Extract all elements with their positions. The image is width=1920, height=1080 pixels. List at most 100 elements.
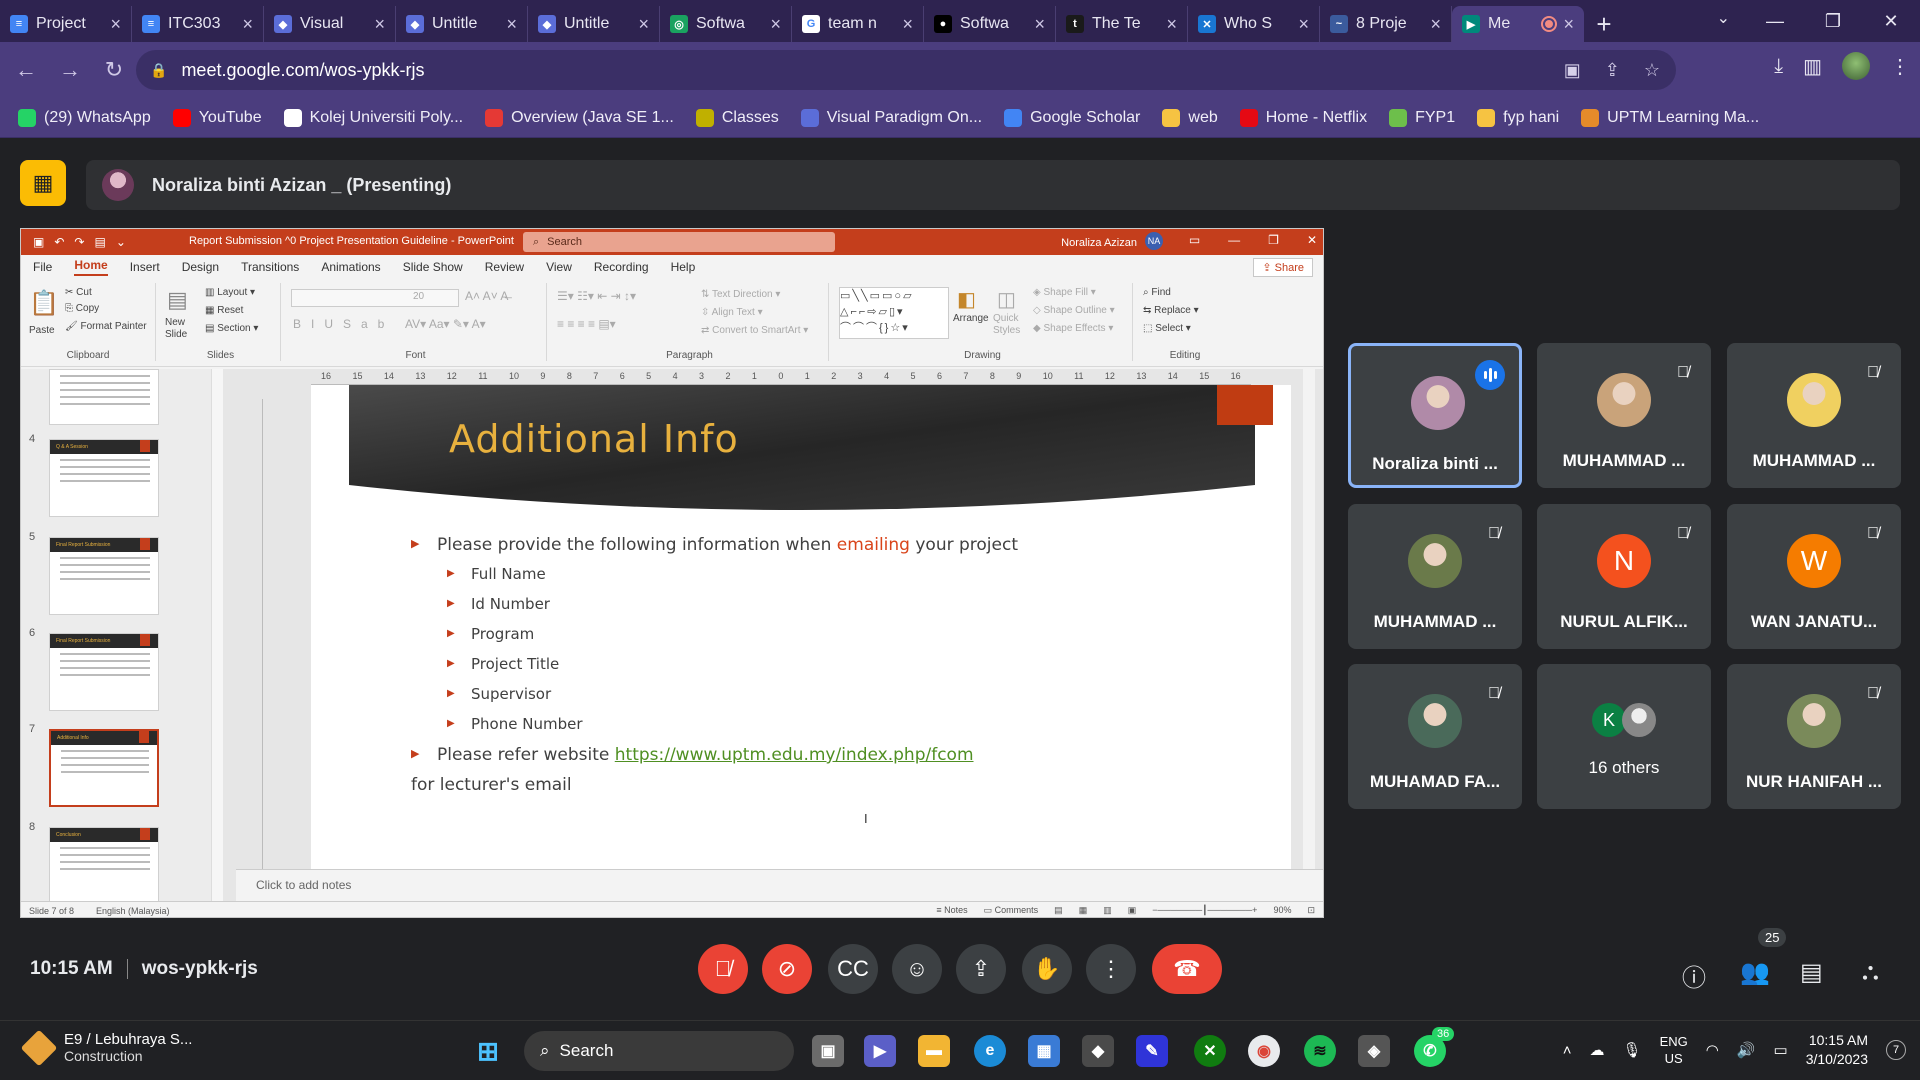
bookmark-item[interactable]: Overview (Java SE 1... bbox=[485, 108, 674, 127]
ppt-restore-icon[interactable]: ❐ bbox=[1268, 233, 1279, 247]
reading-view-icon[interactable]: ▥ bbox=[1103, 905, 1112, 916]
forward-icon[interactable]: → bbox=[52, 52, 88, 88]
shape-outline-button[interactable]: ◇ Shape Outline ▾ bbox=[1033, 305, 1115, 316]
start-icon[interactable]: ⊞ bbox=[472, 1035, 504, 1067]
taskbar-clock[interactable]: 10:15 AM 3/10/2023 bbox=[1806, 1031, 1868, 1069]
ribbon-tab-slide-show[interactable]: Slide Show bbox=[403, 260, 463, 274]
convert-smartart-button[interactable]: ⇄ Convert to SmartArt ▾ bbox=[701, 325, 808, 336]
notification-count[interactable]: 7 bbox=[1886, 1040, 1906, 1060]
ribbon-tab-animations[interactable]: Animations bbox=[321, 260, 380, 274]
align-text-button[interactable]: ⇳ Align Text ▾ bbox=[701, 307, 763, 318]
paste-icon[interactable]: 📋 bbox=[29, 289, 59, 318]
show-hidden-icons[interactable]: ˄ bbox=[1563, 1042, 1572, 1059]
replace-button[interactable]: ⇆ Replace ▾ bbox=[1143, 305, 1199, 316]
chrome-icon[interactable]: ◉ bbox=[1248, 1035, 1280, 1067]
app-icon[interactable]: ◆ bbox=[1082, 1035, 1114, 1067]
ribbon-tab-file[interactable]: File bbox=[33, 260, 52, 274]
close-window-icon[interactable]: ✕ bbox=[1862, 0, 1920, 42]
participant-tile[interactable]: 🎙̸ MUHAMAD FA... bbox=[1348, 664, 1522, 809]
tab-close-icon[interactable]: × bbox=[638, 14, 649, 35]
bookmark-item[interactable]: web bbox=[1162, 108, 1218, 127]
file-explorer-icon[interactable]: ▬ bbox=[918, 1035, 950, 1067]
language-indicator[interactable]: English (Malaysia) bbox=[96, 906, 170, 916]
address-bar[interactable]: 🔒 meet.google.com/wos-ypkk-rjs ▣ ⇪ ☆ bbox=[136, 50, 1676, 90]
menu-kebab-icon[interactable]: ⋮ bbox=[1890, 54, 1910, 79]
bookmark-item[interactable]: FYP1 bbox=[1389, 108, 1455, 127]
profile-avatar[interactable] bbox=[1842, 52, 1870, 80]
browser-tab[interactable]: ● Softwa × bbox=[924, 6, 1056, 42]
slide-thumbnail[interactable]: Final Report Submission bbox=[49, 633, 159, 711]
cut-button[interactable]: ✂ Cut bbox=[65, 287, 92, 298]
ribbon-tab-view[interactable]: View bbox=[546, 260, 572, 274]
browser-tab[interactable]: ~8 Proje × bbox=[1320, 6, 1452, 42]
weather-widget[interactable]: E9 / Lebuhraya S... Construction bbox=[20, 1029, 192, 1066]
minimize-icon[interactable]: — bbox=[1746, 0, 1804, 42]
shape-fill-button[interactable]: ◈ Shape Fill ▾ bbox=[1033, 287, 1096, 298]
copy-button[interactable]: ⎘ Copy bbox=[65, 303, 99, 314]
grow-font-icon[interactable]: A˄ A˅ A̶ bbox=[465, 289, 508, 303]
present-from-start-icon[interactable]: ▤ bbox=[94, 235, 105, 249]
arrange-button[interactable]: Arrange bbox=[953, 313, 989, 324]
raise-hand-button[interactable]: ✋ bbox=[1022, 944, 1072, 994]
shapes-gallery[interactable]: ▭╲╲▭▭○▱ △⌐⌐⇨▱▯▾ ⌒⌒⌒{}☆▾ bbox=[839, 287, 949, 339]
notes-pane[interactable]: Click to add notes bbox=[236, 869, 1323, 901]
language-switcher[interactable]: ENG US bbox=[1660, 1033, 1688, 1067]
spotify-icon[interactable]: ≋ bbox=[1304, 1035, 1336, 1067]
save-icon[interactable]: ▣ bbox=[33, 235, 44, 249]
people-icon[interactable]: 👥 bbox=[1740, 958, 1770, 987]
edge-icon[interactable]: e bbox=[974, 1035, 1006, 1067]
captions-button[interactable]: CC bbox=[828, 944, 878, 994]
browser-tab[interactable]: ◆ Visual × bbox=[264, 6, 396, 42]
quick-styles-button[interactable]: Quick Styles bbox=[993, 313, 1023, 337]
tab-close-icon[interactable]: × bbox=[902, 14, 913, 35]
notes-toggle[interactable]: ≡ Notes bbox=[936, 905, 967, 916]
ppt-close-icon[interactable]: ✕ bbox=[1307, 233, 1317, 247]
microphone-off-button[interactable]: 🎙̸ bbox=[698, 944, 748, 994]
ppt-account[interactable]: Noraliza Azizan NA bbox=[1061, 232, 1163, 250]
font-family-select[interactable] bbox=[291, 289, 459, 307]
bookmark-item[interactable]: (29) WhatsApp bbox=[18, 108, 151, 127]
tab-search-icon[interactable]: ⌄ bbox=[1717, 8, 1730, 28]
microphone-tray-icon[interactable]: 🎙 bbox=[1623, 1041, 1642, 1059]
browser-tab[interactable]: ◎ Softwa × bbox=[660, 6, 792, 42]
quick-styles-icon[interactable]: ◫ bbox=[997, 287, 1016, 312]
ribbon-tab-help[interactable]: Help bbox=[671, 260, 696, 274]
vpn-icon[interactable]: ◈ bbox=[1358, 1035, 1390, 1067]
find-button[interactable]: ⌕ Find bbox=[1143, 287, 1171, 298]
bookmark-item[interactable]: Classes bbox=[695, 108, 779, 127]
ppt-search-box[interactable]: ⌕ Search bbox=[523, 232, 835, 252]
tab-close-icon[interactable]: × bbox=[506, 14, 517, 35]
back-icon[interactable]: ← bbox=[8, 52, 44, 88]
new-slide-icon[interactable]: ▤ bbox=[167, 287, 188, 313]
tab-close-icon[interactable]: × bbox=[1430, 14, 1441, 35]
select-button[interactable]: ⬚ Select ▾ bbox=[1143, 323, 1191, 334]
tab-close-icon[interactable]: × bbox=[1034, 14, 1045, 35]
shape-effects-button[interactable]: ◆ Shape Effects ▾ bbox=[1033, 323, 1113, 334]
task-view-icon[interactable]: ▣ bbox=[812, 1035, 844, 1067]
bookmark-star-icon[interactable]: ☆ bbox=[1644, 60, 1660, 81]
zoom-slider[interactable]: −───────┃───────+ bbox=[1152, 905, 1257, 916]
arrange-icon[interactable]: ◧ bbox=[957, 287, 976, 312]
participant-tile[interactable]: N 🎙̸ NURUL ALFIK... bbox=[1537, 504, 1711, 649]
tab-close-icon[interactable]: × bbox=[374, 14, 385, 35]
bookmark-item[interactable]: fyp hani bbox=[1477, 108, 1559, 127]
bookmark-item[interactable]: YouTube bbox=[172, 108, 262, 127]
share-icon[interactable]: ⇪ bbox=[1605, 60, 1620, 81]
download-icon[interactable]: ⤓ bbox=[1774, 55, 1783, 78]
browser-tab[interactable]: ◆ Untitle × bbox=[396, 6, 528, 42]
browser-tab[interactable]: ▶ Me × bbox=[1452, 6, 1584, 42]
browser-tab[interactable]: ≡ ITC303 × bbox=[132, 6, 264, 42]
ribbon-tab-review[interactable]: Review bbox=[485, 260, 524, 274]
slide-thumbnail[interactable]: Final Report Submission bbox=[49, 537, 159, 615]
tab-close-icon[interactable]: × bbox=[1298, 14, 1309, 35]
slide-thumbnail[interactable]: Conclusion bbox=[49, 827, 159, 901]
activities-icon[interactable]: ⛬ bbox=[1862, 958, 1879, 986]
ribbon-tab-insert[interactable]: Insert bbox=[130, 260, 160, 274]
ppt-share-button[interactable]: ⇪ Share bbox=[1253, 258, 1313, 277]
camera-icon[interactable]: ▣ bbox=[1564, 60, 1581, 81]
font-format-icons[interactable]: BIUSab bbox=[293, 317, 394, 331]
font-color-icons[interactable]: AV▾ Aa▾ ✎▾ A▾ bbox=[405, 317, 486, 331]
participant-tile[interactable]: 🎙̸ MUHAMMAD ... bbox=[1537, 343, 1711, 488]
refer-link[interactable]: https://www.uptm.edu.my/index.php/fcom bbox=[615, 745, 974, 765]
battery-icon[interactable]: ▭ bbox=[1774, 1041, 1788, 1059]
